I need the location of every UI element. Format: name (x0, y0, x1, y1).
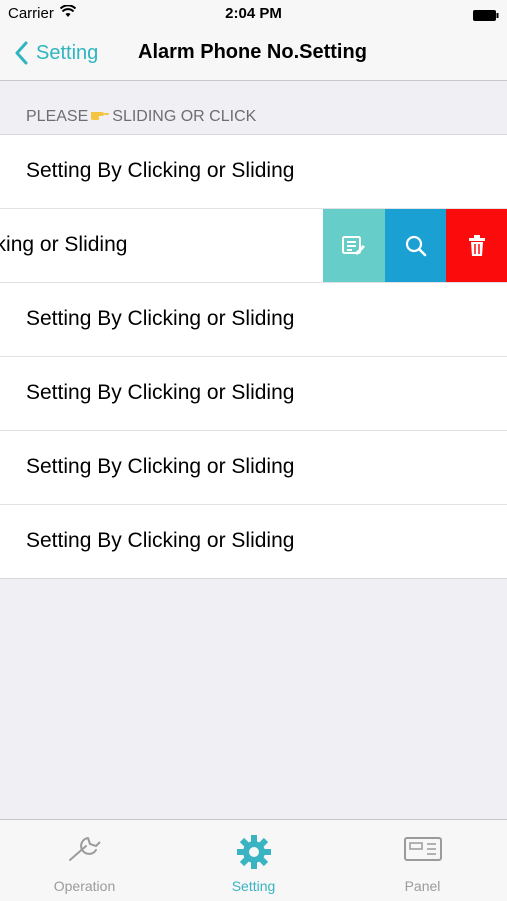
tab-bar: Operation Setting Panel (0, 819, 507, 901)
list-item[interactable]: Setting By Clicking or Sliding (0, 282, 507, 356)
chevron-left-icon (15, 41, 28, 65)
navigation-bar: Setting Alarm Phone No.Setting (0, 28, 507, 81)
list-item-swiped[interactable]: Setting By Clicking or Sliding (0, 208, 507, 282)
status-bar: Carrier 2:04 PM (0, 0, 507, 28)
section-header-text-right: SLIDING OR CLICK (112, 107, 257, 125)
wrench-icon (68, 837, 101, 861)
back-button[interactable]: Setting (14, 38, 98, 68)
tab-label: Operation (53, 878, 116, 894)
section-header: PLEASE SLIDING OR CLICK (26, 107, 256, 126)
back-button-label: Setting (36, 41, 99, 64)
tab-label: Panel (404, 878, 441, 894)
panel-icon (403, 837, 442, 861)
list-item-label: Setting By Clicking or Sliding (26, 529, 295, 552)
pointing-hand-icon (90, 107, 110, 126)
list-item-label: Setting By Clicking or Sliding (26, 307, 295, 330)
settings-list: Setting By Clicking or Sliding Setting B… (0, 134, 507, 579)
list-item[interactable]: Setting By Clicking or Sliding (0, 135, 507, 208)
list-item[interactable]: Setting By Clicking or Sliding (0, 356, 507, 430)
battery-icon (473, 8, 499, 21)
list-item[interactable]: Setting By Clicking or Sliding (0, 430, 507, 504)
list-item[interactable]: Setting By Clicking or Sliding (0, 504, 507, 578)
list-item-label: Setting By Clicking or Sliding (0, 233, 128, 256)
edit-icon (342, 235, 366, 255)
tab-setting[interactable]: Setting (169, 820, 338, 901)
gear-icon (236, 835, 271, 869)
search-button[interactable] (385, 209, 446, 282)
clock: 2:04 PM (225, 5, 282, 22)
delete-button[interactable] (446, 209, 507, 282)
search-icon (405, 235, 426, 256)
list-item-label: Setting By Clicking or Sliding (26, 455, 295, 478)
edit-button[interactable] (323, 209, 385, 282)
row-actions (323, 209, 507, 282)
list-item-label: Setting By Clicking or Sliding (26, 381, 295, 404)
section-header-text-left: PLEASE (26, 107, 89, 125)
page-title: Alarm Phone No.Setting (138, 41, 367, 63)
tab-panel[interactable]: Panel (338, 820, 507, 901)
list-item-label: Setting By Clicking or Sliding (26, 159, 295, 182)
tab-label: Setting (231, 878, 276, 894)
tab-operation[interactable]: Operation (0, 820, 169, 901)
trash-icon (468, 234, 485, 256)
